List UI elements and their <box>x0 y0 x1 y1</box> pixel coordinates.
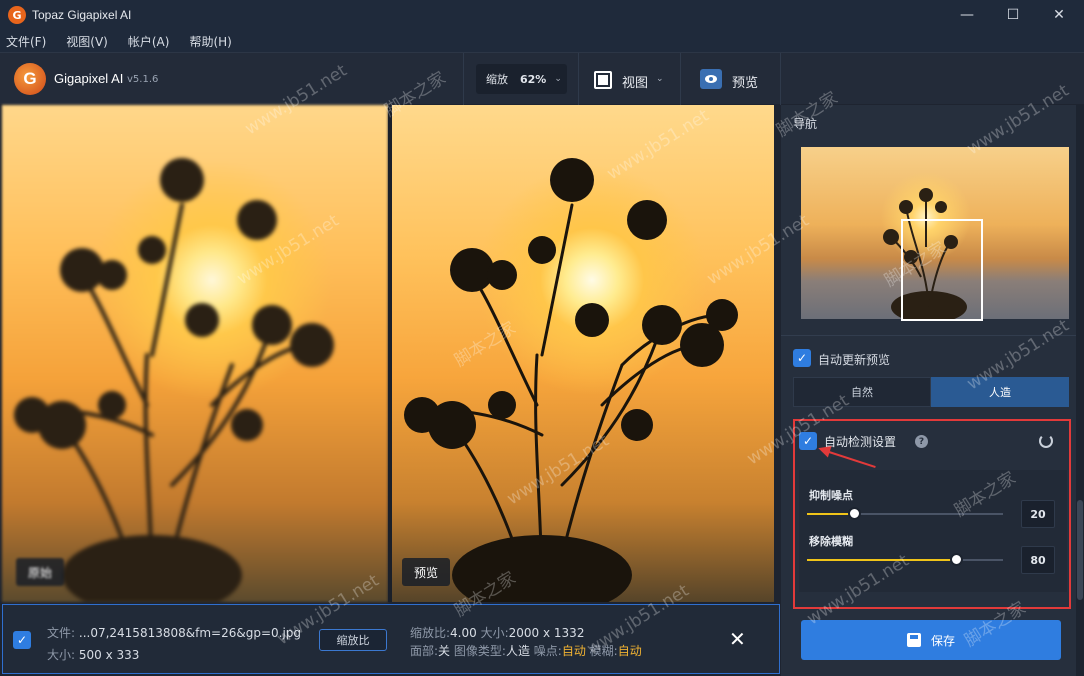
image-type-label: 图像类型: <box>453 644 506 658</box>
face-value: 关 <box>438 644 451 658</box>
toolbar: G Gigapixel AI v5.1.6 缩放 62% ⌄ 视图 ⌄ 预览 <box>0 52 1084 105</box>
auto-update-preview-label: 自动更新预览 <box>818 353 891 367</box>
menu-account[interactable]: 帐户(A) <box>128 33 170 50</box>
preview-image[interactable]: 预览 <box>392 105 774 602</box>
panel-scrollbar-thumb[interactable] <box>1077 500 1083 600</box>
toolbar-divider <box>780 53 781 105</box>
slider-group: 抑制噪点 20 移除模糊 80 <box>799 470 1067 592</box>
blur-slider-knob[interactable] <box>950 553 963 566</box>
image-info-bar: ✓ 文件: ...07,2415813808&fm=26&gp=0.jpg 大小… <box>2 604 780 674</box>
navigator-thumbnail[interactable] <box>801 147 1069 321</box>
noise-slider-knob[interactable] <box>848 507 861 520</box>
blur-label: 模糊: <box>589 644 618 658</box>
navigator-viewport-frame[interactable] <box>901 219 983 321</box>
noise-value-input[interactable]: 20 <box>1021 500 1055 528</box>
blur-value: 自动 <box>617 644 642 658</box>
zoom-value: 62% <box>520 72 547 86</box>
save-disk-icon <box>906 633 921 647</box>
flower-silhouette-original <box>14 158 334 602</box>
scale-value: 4.00 <box>450 626 477 640</box>
preview-button[interactable]: 预览 <box>732 72 758 91</box>
blur-value-input[interactable]: 80 <box>1021 546 1055 574</box>
toolbar-divider <box>463 53 464 105</box>
scale-button[interactable]: 缩放比 <box>319 629 387 651</box>
auto-detect-label: 自动检测设置 <box>824 435 897 449</box>
file-label: 文件: <box>47 626 76 640</box>
app-version: v5.1.6 <box>127 74 159 85</box>
face-label: 面部: <box>410 644 439 658</box>
menu-bar: 文件(F) 视图(V) 帐户(A) 帮助(H) <box>0 30 1084 52</box>
maximize-button[interactable]: ☐ <box>990 0 1036 30</box>
eye-icon[interactable] <box>700 69 722 89</box>
menu-help[interactable]: 帮助(H) <box>189 33 231 50</box>
noise-label: 噪点: <box>533 644 562 658</box>
menu-file[interactable]: 文件(F) <box>6 33 46 50</box>
save-button[interactable]: 保存 <box>801 620 1061 660</box>
close-window-button[interactable]: ✕ <box>1036 0 1082 30</box>
file-name: ...07,2415813808&fm=26&gp=0.jpg <box>78 626 302 640</box>
preview-label: 预览 <box>402 558 451 586</box>
blur-slider-fill <box>807 559 956 561</box>
blur-slider-label: 移除模糊 <box>809 535 853 548</box>
toolbar-divider <box>578 53 579 105</box>
output-size-value: 2000 x 1332 <box>508 626 585 640</box>
view-layout-icon[interactable] <box>594 71 612 89</box>
auto-detect-checkbox[interactable]: ✓ <box>799 432 817 450</box>
noise-slider-fill <box>807 513 854 515</box>
app-logo-icon: G <box>8 6 26 24</box>
help-icon[interactable]: ? <box>915 435 928 448</box>
size-label: 大小: <box>47 648 76 662</box>
blur-slider[interactable] <box>807 553 1003 566</box>
panel-divider <box>781 335 1076 336</box>
size-value: 500 x 333 <box>78 648 140 662</box>
chevron-down-icon: ⌄ <box>656 74 664 84</box>
original-image[interactable]: 原始 <box>2 105 388 602</box>
original-label: 原始 <box>16 558 65 586</box>
select-image-checkbox[interactable]: ✓ <box>13 631 31 649</box>
noise-slider[interactable] <box>807 507 1003 520</box>
chevron-down-icon: ⌄ <box>554 74 562 84</box>
model-artificial-tab[interactable]: 人造 <box>931 377 1069 407</box>
navigator-title: 导航 <box>793 117 818 131</box>
auto-update-preview-checkbox[interactable]: ✓ <box>793 349 811 367</box>
zoom-label: 缩放 <box>486 73 508 86</box>
output-size-label: 大小: <box>480 626 509 640</box>
reset-icon[interactable] <box>1039 434 1053 448</box>
view-button[interactable]: 视图 <box>622 72 648 91</box>
noise-slider-label: 抑制噪点 <box>809 489 853 502</box>
save-button-label: 保存 <box>930 633 955 648</box>
remove-image-button[interactable]: ✕ <box>729 627 746 651</box>
toolbar-divider <box>680 53 681 105</box>
scale-label: 缩放比: <box>410 626 451 640</box>
gigapixel-logo-icon: G <box>14 63 46 95</box>
model-natural-tab[interactable]: 自然 <box>793 377 931 407</box>
title-bar: G Topaz Gigapixel AI — ☐ ✕ <box>0 0 1084 30</box>
noise-value: 自动 <box>561 644 586 658</box>
window-title: Topaz Gigapixel AI <box>32 8 132 22</box>
menu-view[interactable]: 视图(V) <box>66 33 108 50</box>
image-type-value: 人造 <box>505 644 530 658</box>
settings-panel: 导航 ✓ 自动更新预览 自然 人造 ✓ 自动检测设置 ? 抑制噪点 20 移除模… <box>781 105 1076 676</box>
minimize-button[interactable]: — <box>944 0 990 30</box>
flower-silhouette-preview <box>404 158 738 602</box>
app-name: Gigapixel AI <box>54 71 124 86</box>
zoom-dropdown[interactable]: 缩放 62% ⌄ <box>476 64 567 94</box>
